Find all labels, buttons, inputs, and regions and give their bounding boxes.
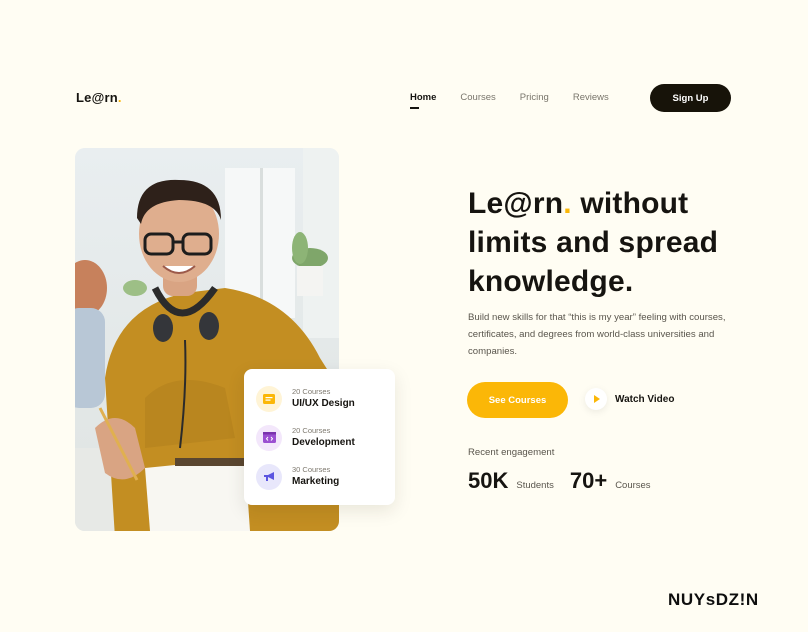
nav-courses[interactable]: Courses (460, 92, 495, 103)
course-count: 30 Courses (292, 465, 331, 474)
code-window-icon (256, 424, 282, 451)
designer-watermark: NUYsDZ!N (668, 590, 759, 609)
nav-pricing[interactable]: Pricing (520, 92, 549, 103)
engagement-stats: 50K Students 70+ Courses (468, 468, 651, 494)
nav-reviews[interactable]: Reviews (573, 92, 609, 103)
logo-dot: . (117, 90, 122, 105)
stat-courses: 70+ Courses (570, 468, 651, 494)
hero-title: Le@rn. without limits and spread knowled… (468, 184, 768, 301)
hero-title-brand: Le@rn (468, 187, 564, 220)
stat-unit: Students (516, 480, 554, 491)
engagement-label: Recent engagement (468, 447, 555, 458)
stat-value: 50K (468, 468, 509, 493)
course-count: 20 Courses (292, 426, 331, 435)
brand-logo[interactable]: Le@rn. (76, 90, 122, 105)
see-courses-button[interactable]: See Courses (467, 382, 568, 418)
course-name: UI/UX Design (292, 398, 355, 409)
nav-home[interactable]: Home (410, 92, 436, 109)
course-category-development[interactable]: 20 Courses Development (256, 418, 383, 457)
course-category-uiux[interactable]: 20 Courses UI/UX Design (256, 379, 383, 418)
watch-video-label: Watch Video (615, 393, 675, 405)
course-name: Development (292, 437, 355, 448)
course-name: Marketing (292, 476, 340, 487)
logo-text: Le@rn (76, 90, 118, 105)
hero-title-dot: . (563, 187, 572, 220)
megaphone-icon (256, 463, 282, 490)
signup-button[interactable]: Sign Up (650, 84, 731, 112)
watch-video-button[interactable]: Watch Video (585, 388, 674, 410)
course-categories-card: 20 Courses UI/UX Design 20 Courses Devel… (244, 369, 395, 505)
stat-unit: Courses (615, 480, 651, 491)
main-nav: Home Courses Pricing Reviews (410, 92, 609, 109)
course-count: 20 Courses (292, 387, 331, 396)
course-category-marketing[interactable]: 30 Courses Marketing (256, 457, 383, 496)
hero-description: Build new skills for that “this is my ye… (468, 312, 726, 357)
stat-students: 50K Students (468, 468, 554, 494)
play-icon[interactable] (585, 388, 607, 410)
document-icon (256, 385, 282, 412)
stat-value: 70+ (569, 468, 608, 493)
